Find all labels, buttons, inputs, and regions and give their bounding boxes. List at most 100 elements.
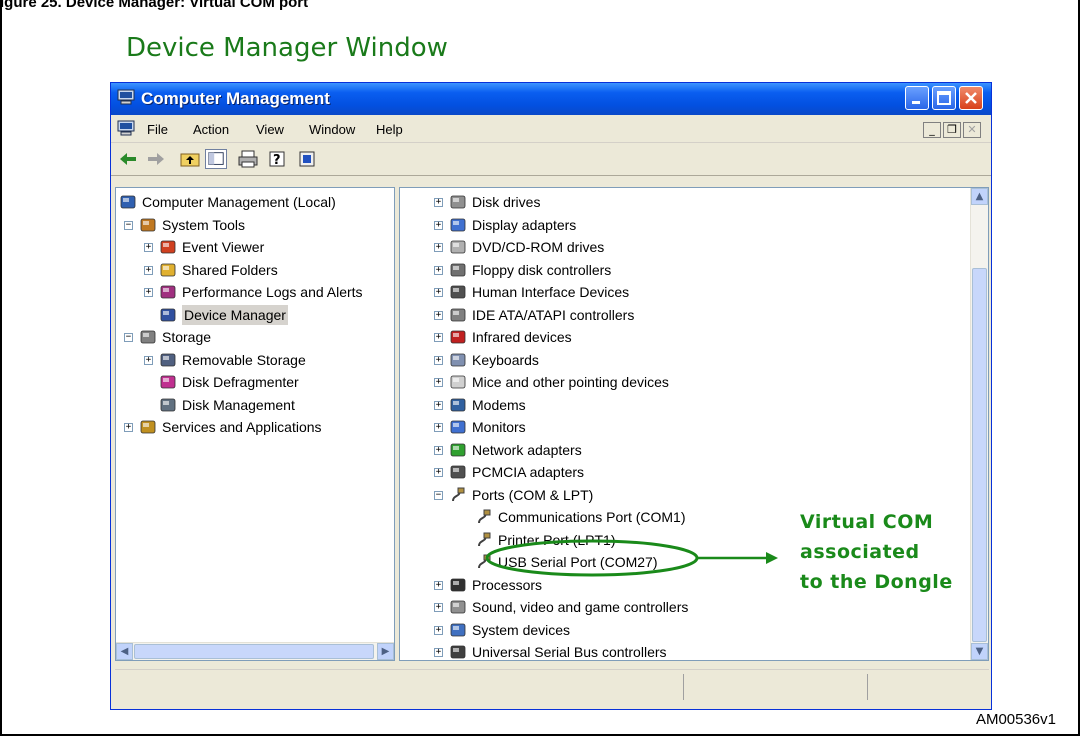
computer-icon bbox=[120, 194, 136, 210]
tree-item[interactable]: + Shared Folders bbox=[116, 260, 394, 280]
expand-icon[interactable]: + bbox=[434, 580, 443, 590]
tree-item[interactable]: + Performance Logs and Alerts bbox=[116, 282, 394, 302]
tree-item-label: DVD/CD-ROM drives bbox=[472, 239, 605, 255]
expand-icon[interactable]: + bbox=[434, 310, 443, 320]
system-device-icon bbox=[450, 622, 466, 638]
horizontal-scroll-thumb[interactable] bbox=[134, 644, 374, 659]
properties-icon[interactable] bbox=[297, 149, 319, 169]
tree-item[interactable]: + Network adapters bbox=[400, 440, 988, 460]
collapse-icon[interactable]: − bbox=[434, 490, 443, 500]
help-icon[interactable]: ? bbox=[267, 149, 289, 169]
tree-item[interactable]: + Keyboards bbox=[400, 350, 988, 370]
document-computer-icon[interactable] bbox=[117, 120, 135, 136]
expand-icon[interactable]: + bbox=[434, 220, 443, 230]
menu-view[interactable]: View bbox=[256, 122, 284, 137]
mdi-close-button[interactable]: ✕ bbox=[963, 122, 981, 138]
tree-item[interactable]: + PCMCIA adapters bbox=[400, 462, 988, 482]
expand-icon[interactable]: + bbox=[144, 355, 153, 365]
menu-window[interactable]: Window bbox=[309, 122, 355, 137]
expand-icon[interactable]: + bbox=[434, 265, 443, 275]
tree-item[interactable]: + Event Viewer bbox=[116, 237, 394, 257]
menu-help[interactable]: Help bbox=[376, 122, 403, 137]
tree-item[interactable]: + Infrared devices bbox=[400, 327, 988, 347]
back-arrow-icon[interactable] bbox=[117, 149, 139, 169]
tree-item[interactable]: + Monitors bbox=[400, 417, 988, 437]
up-folder-icon[interactable] bbox=[179, 149, 201, 169]
expand-icon[interactable]: + bbox=[434, 333, 443, 342]
scroll-left-button[interactable]: ◀ bbox=[116, 643, 133, 660]
tree-item[interactable]: Computer Management (Local) bbox=[116, 192, 394, 212]
show-hide-tree-icon[interactable] bbox=[205, 149, 227, 169]
mouse-icon bbox=[450, 374, 466, 390]
close-button[interactable] bbox=[959, 86, 983, 110]
tree-item[interactable]: + Modems bbox=[400, 395, 988, 415]
menu-action[interactable]: Action bbox=[193, 122, 229, 137]
expand-icon[interactable]: + bbox=[434, 468, 443, 477]
expand-icon[interactable]: + bbox=[144, 243, 153, 252]
tree-item[interactable]: + DVD/CD-ROM drives bbox=[400, 237, 988, 257]
tree-item-label: Network adapters bbox=[472, 441, 582, 458]
tree-item[interactable]: − Storage bbox=[116, 327, 394, 347]
tree-item[interactable]: + Human Interface Devices bbox=[400, 282, 988, 302]
print-icon[interactable] bbox=[237, 149, 259, 169]
window-title: Computer Management bbox=[141, 89, 330, 108]
tree-item-label: Infrared devices bbox=[472, 329, 572, 345]
collapse-icon[interactable]: − bbox=[124, 333, 133, 342]
pcmcia-icon bbox=[450, 464, 466, 480]
expand-icon[interactable]: + bbox=[434, 243, 443, 252]
tree-item[interactable]: + IDE ATA/ATAPI controllers bbox=[400, 305, 988, 325]
minimize-icon bbox=[912, 101, 920, 104]
expand-icon[interactable]: + bbox=[434, 378, 443, 387]
expand-icon[interactable]: + bbox=[434, 198, 443, 207]
tree-item[interactable]: Disk Management bbox=[116, 395, 394, 415]
collapse-icon[interactable]: − bbox=[124, 220, 133, 230]
tree-item-label: Display adapters bbox=[472, 216, 577, 233]
expand-icon[interactable]: + bbox=[434, 603, 443, 612]
forward-arrow-icon[interactable] bbox=[145, 149, 167, 169]
tree-item[interactable]: + System devices bbox=[400, 620, 988, 640]
tree-item[interactable]: + Sound, video and game controllers bbox=[400, 597, 988, 617]
processor-icon bbox=[450, 577, 466, 593]
minimize-button[interactable] bbox=[905, 86, 929, 110]
mdi-restore-icon: ❐ bbox=[947, 123, 957, 136]
expand-icon[interactable]: + bbox=[144, 288, 153, 297]
annotation-line: Virtual COM bbox=[800, 511, 934, 533]
console-tree-pane[interactable]: ◀ ▶ Computer Management (Local) − System T… bbox=[115, 187, 395, 661]
event-viewer-icon bbox=[160, 239, 176, 255]
disk-management-icon bbox=[160, 397, 176, 413]
tree-item[interactable]: + Disk drives bbox=[400, 192, 988, 212]
performance-icon bbox=[160, 284, 176, 300]
tree-item[interactable]: + Mice and other pointing devices bbox=[400, 372, 988, 392]
tree-item[interactable]: + Removable Storage bbox=[116, 350, 394, 370]
expand-icon[interactable]: + bbox=[434, 648, 443, 657]
tree-item[interactable]: + Floppy disk controllers bbox=[400, 260, 988, 280]
tree-item-label: Disk Management bbox=[182, 396, 295, 413]
mdi-minimize-button[interactable]: _ bbox=[923, 122, 941, 138]
tree-item[interactable]: + Display adapters bbox=[400, 215, 988, 235]
scroll-right-button[interactable]: ▶ bbox=[377, 643, 394, 660]
expand-icon[interactable]: + bbox=[434, 445, 443, 455]
defragmenter-icon bbox=[160, 374, 176, 390]
expand-icon[interactable]: + bbox=[434, 288, 443, 297]
tree-item[interactable]: Disk Defragmenter bbox=[116, 372, 394, 392]
tree-item-label: Disk drives bbox=[472, 194, 541, 210]
tree-item[interactable]: Device Manager bbox=[116, 304, 394, 325]
expand-icon[interactable]: + bbox=[434, 625, 443, 635]
tree-item[interactable]: − System Tools bbox=[116, 215, 394, 235]
tree-item-label: USB Serial Port (COM27) bbox=[498, 554, 658, 570]
expand-icon[interactable]: + bbox=[434, 355, 443, 365]
network-adapter-icon bbox=[450, 442, 466, 458]
expand-icon[interactable]: + bbox=[124, 423, 133, 432]
mdi-restore-button[interactable]: ❐ bbox=[943, 122, 961, 138]
expand-icon[interactable]: + bbox=[144, 265, 153, 275]
tree-item-label: Processors bbox=[472, 576, 543, 593]
tree-item[interactable]: + Universal Serial Bus controllers bbox=[400, 642, 988, 660]
tree-item[interactable]: + Services and Applications bbox=[116, 417, 394, 437]
title-bar[interactable]: Computer Management bbox=[111, 83, 991, 115]
horizontal-scrollbar[interactable]: ◀ ▶ bbox=[116, 642, 394, 660]
expand-icon[interactable]: + bbox=[434, 400, 443, 410]
tree-item[interactable]: − Ports (COM & LPT) bbox=[400, 485, 988, 505]
maximize-button[interactable] bbox=[932, 86, 956, 110]
menu-file[interactable]: File bbox=[147, 122, 168, 137]
expand-icon[interactable]: + bbox=[434, 423, 443, 432]
